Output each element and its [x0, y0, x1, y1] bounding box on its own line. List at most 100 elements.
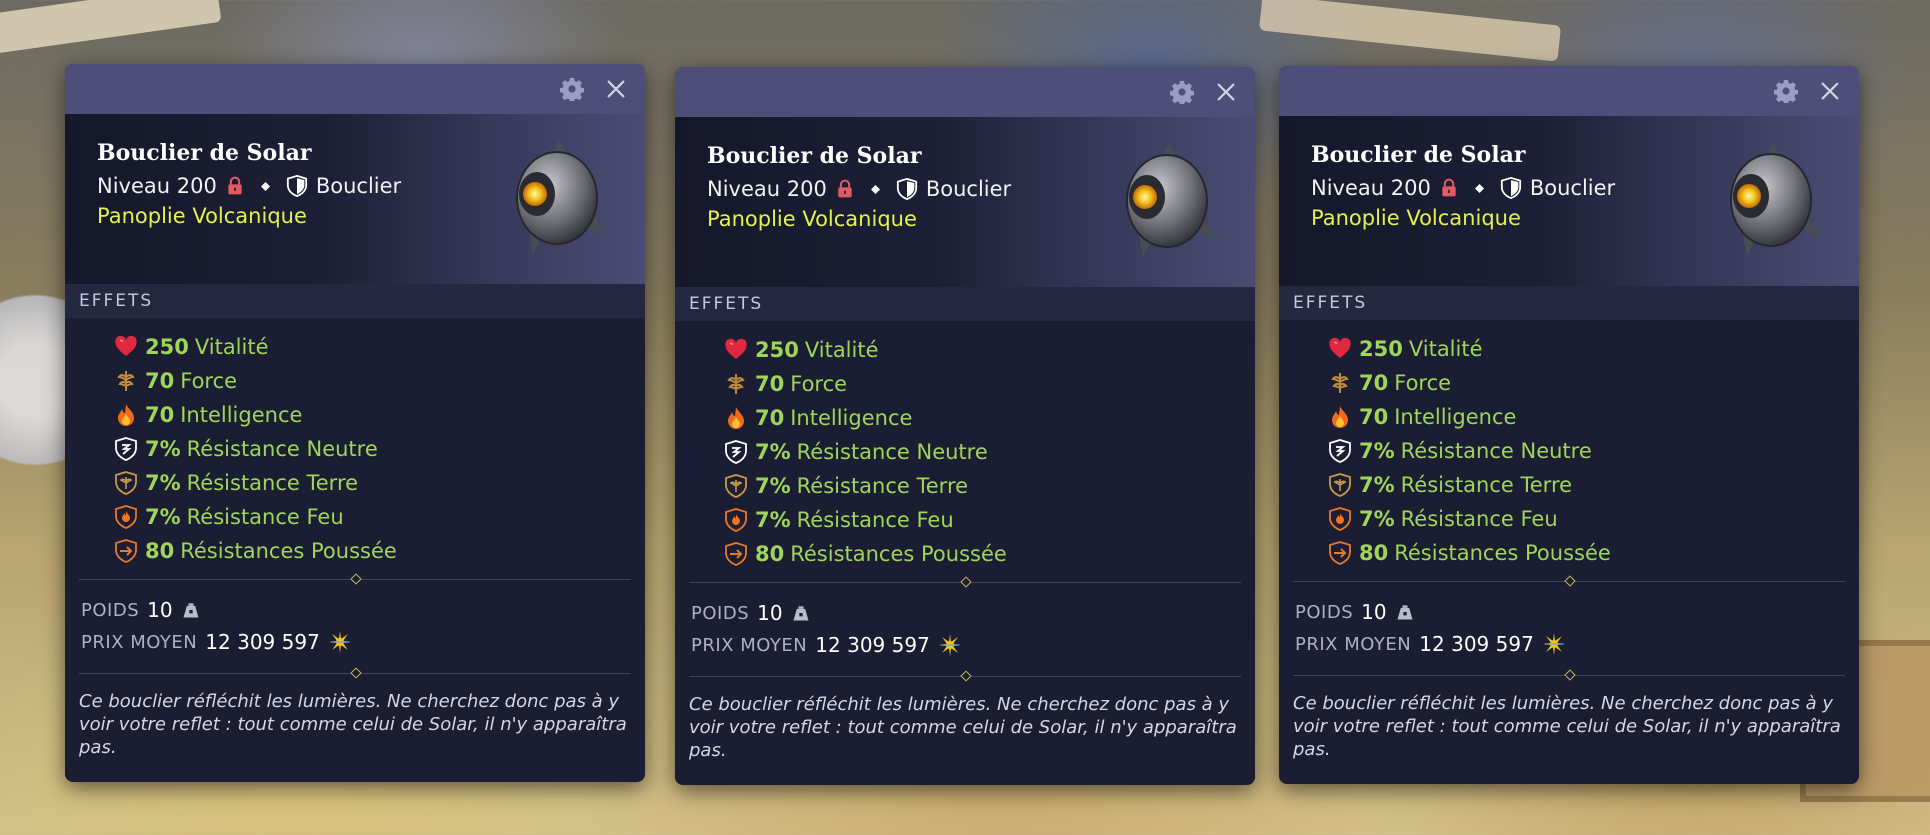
- effects-section-label: EFFETS: [65, 284, 645, 318]
- tooltip-titlebar[interactable]: [1279, 66, 1859, 116]
- effect-value: 7%: [755, 508, 791, 532]
- kama-icon: [938, 633, 962, 657]
- effect-label: Intelligence: [790, 406, 913, 430]
- item-meta: Niveau 200 Bouclier: [1311, 176, 1615, 200]
- close-icon[interactable]: [603, 76, 629, 102]
- gear-icon[interactable]: [1169, 79, 1195, 105]
- background-beam: [1258, 0, 1562, 62]
- weight-label: POIDS: [1295, 601, 1354, 623]
- item-set-link[interactable]: Panoplie Volcanique: [707, 207, 917, 231]
- weight-value: 10: [1361, 600, 1387, 624]
- item-type: Bouclier: [925, 177, 1012, 201]
- item-name: Bouclier de Solar: [1311, 142, 1526, 168]
- item-stats: POIDS 10 PRIX MOYEN 12 309 597: [1279, 588, 1859, 664]
- effect-label: Résistance Neutre: [796, 440, 988, 464]
- item-type: Bouclier: [1529, 176, 1616, 200]
- item-set-link[interactable]: Panoplie Volcanique: [97, 204, 307, 228]
- effect-value: 7%: [145, 437, 181, 461]
- effect-label: Résistance Feu: [1400, 507, 1558, 531]
- effect-label: Résistance Feu: [796, 508, 954, 532]
- shield-type-icon: [1500, 177, 1522, 199]
- effect-label: Intelligence: [1394, 405, 1517, 429]
- item-meta: Niveau 200 Bouclier: [707, 177, 1011, 201]
- weight-row: POIDS 10: [81, 594, 645, 626]
- effect-label: Force: [1394, 371, 1452, 395]
- effect-row: 70 Force: [1327, 366, 1859, 400]
- effect-row: 7% Résistance Feu: [723, 503, 1255, 537]
- effect-value: 7%: [145, 505, 181, 529]
- item-description: Ce bouclier réfléchit les lumières. Ne c…: [1293, 693, 1841, 760]
- effect-row: 250 Vitalité: [113, 330, 645, 364]
- effect-row: 7% Résistance Neutre: [1327, 434, 1859, 468]
- item-image: [499, 136, 609, 256]
- fire-shield-icon: [723, 507, 749, 533]
- item-stats: POIDS 10 PRIX MOYEN 12 309 597: [675, 589, 1255, 665]
- effect-label: Résistances Poussée: [790, 542, 1007, 566]
- shield-type-icon: [896, 178, 918, 200]
- kama-icon: [328, 630, 352, 654]
- heart-icon: [723, 337, 749, 363]
- effects-list: 250 Vitalité 70 Force 70 Intelligence 7% Rés…: [1279, 320, 1859, 570]
- effect-row: 250 Vitalité: [1327, 332, 1859, 366]
- effect-label: Résistance Neutre: [186, 437, 378, 461]
- price-row: PRIX MOYEN 12 309 597: [1295, 628, 1859, 660]
- effect-label: Force: [180, 369, 238, 393]
- earth-shield-icon: [113, 470, 139, 496]
- item-stats: POIDS 10 PRIX MOYEN 12 309 597: [65, 586, 645, 662]
- item-meta: Niveau 200 Bouclier: [97, 174, 401, 198]
- effect-row: 7% Résistance Feu: [1327, 502, 1859, 536]
- effect-row: 80 Résistances Poussée: [1327, 536, 1859, 570]
- gear-icon[interactable]: [1773, 78, 1799, 104]
- close-icon[interactable]: [1817, 78, 1843, 104]
- effect-value: 7%: [755, 440, 791, 464]
- divider: [689, 575, 1241, 589]
- item-name: Bouclier de Solar: [707, 143, 922, 169]
- effect-value: 250: [1359, 337, 1403, 361]
- effect-label: Intelligence: [180, 403, 303, 427]
- effect-row: 7% Résistance Terre: [1327, 468, 1859, 502]
- effect-value: 70: [755, 406, 785, 430]
- effect-value: 7%: [1359, 507, 1395, 531]
- force-icon: [113, 368, 139, 394]
- price-value: 12 309 597: [205, 630, 320, 654]
- heart-icon: [113, 334, 139, 360]
- item-header: Bouclier de Solar Niveau 200 Bouclier Pa…: [675, 117, 1255, 287]
- effects-list: 250 Vitalité 70 Force 70 Intelligence 7% Rés…: [65, 318, 645, 568]
- gear-icon[interactable]: [559, 76, 585, 102]
- tooltip-titlebar[interactable]: [675, 67, 1255, 117]
- effects-list: 250 Vitalité 70 Force 70 Intelligence 7% Rés…: [675, 321, 1255, 571]
- weight-label: POIDS: [691, 602, 750, 624]
- price-row: PRIX MOYEN 12 309 597: [691, 629, 1255, 661]
- force-icon: [723, 371, 749, 397]
- fire-shield-icon: [113, 504, 139, 530]
- close-icon[interactable]: [1213, 79, 1239, 105]
- price-value: 12 309 597: [815, 633, 930, 657]
- effect-label: Résistance Terre: [186, 471, 359, 495]
- separator-diamond-icon: [871, 185, 880, 194]
- effect-label: Résistance Terre: [1400, 473, 1573, 497]
- fire-icon: [723, 405, 749, 431]
- weight-value: 10: [147, 598, 173, 622]
- item-header: Bouclier de Solar Niveau 200 Bouclier Pa…: [1279, 116, 1859, 286]
- effect-value: 7%: [145, 471, 181, 495]
- kama-icon: [1542, 632, 1566, 656]
- lock-icon: [225, 176, 245, 196]
- effect-row: 7% Résistance Terre: [113, 466, 645, 500]
- weight-icon: [1395, 602, 1415, 622]
- effect-label: Vitalité: [194, 335, 269, 359]
- neutral-shield-icon: [1327, 438, 1353, 464]
- divider: [1293, 668, 1845, 682]
- effect-label: Résistances Poussée: [180, 539, 397, 563]
- divider: [79, 572, 631, 586]
- effect-label: Vitalité: [804, 338, 879, 362]
- effect-value: 70: [145, 369, 175, 393]
- effects-section-label: EFFETS: [675, 287, 1255, 321]
- fire-icon: [1327, 404, 1353, 430]
- tooltip-titlebar[interactable]: [65, 64, 645, 114]
- effect-value: 70: [1359, 405, 1389, 429]
- effect-row: 250 Vitalité: [723, 333, 1255, 367]
- price-value: 12 309 597: [1419, 632, 1534, 656]
- item-set-link[interactable]: Panoplie Volcanique: [1311, 206, 1521, 230]
- price-row: PRIX MOYEN 12 309 597: [81, 626, 645, 658]
- effect-row: 7% Résistance Neutre: [723, 435, 1255, 469]
